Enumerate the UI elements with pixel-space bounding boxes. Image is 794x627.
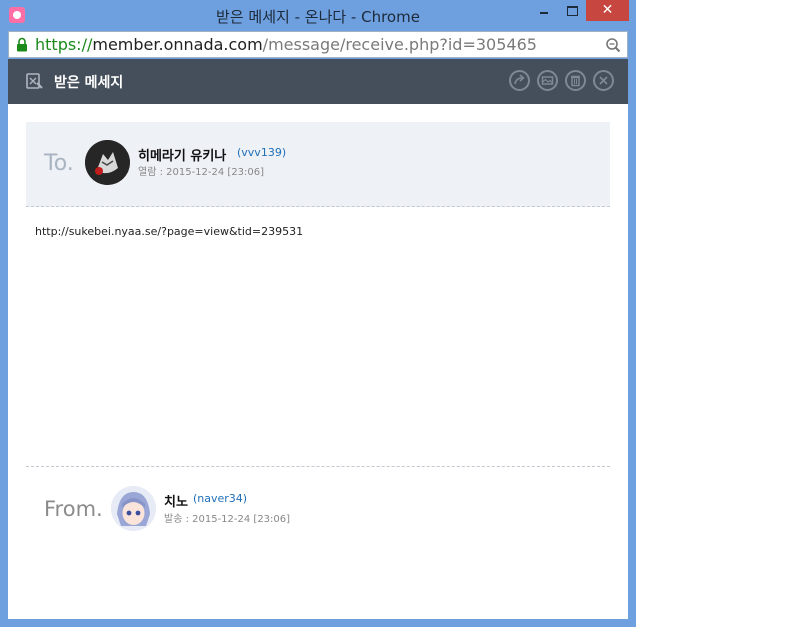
close-message-button[interactable] xyxy=(593,70,614,91)
recipient-name[interactable]: 히메라기 유키나 xyxy=(138,145,226,164)
url-host: member.onnada.com xyxy=(92,35,263,54)
sender-name[interactable]: 치노 xyxy=(164,491,188,510)
url-path: /message/receive.php?id=305465 xyxy=(262,35,537,54)
lock-icon xyxy=(17,37,27,52)
delete-button[interactable] xyxy=(565,70,586,91)
divider xyxy=(26,466,610,467)
close-window-button[interactable]: ✕ xyxy=(586,0,629,21)
sender-avatar[interactable] xyxy=(111,486,156,531)
sent-timestamp: 발송 : 2015-12-24 [23:06] xyxy=(164,514,291,525)
message-header: 받은 메세지 xyxy=(8,59,628,104)
header-title: 받은 메세지 xyxy=(54,75,124,91)
message-icon xyxy=(26,73,43,89)
recipient-user-id[interactable]: (vvv139) xyxy=(237,146,286,159)
close-icon xyxy=(599,76,608,85)
from-label: From. xyxy=(44,497,103,521)
minimize-button[interactable] xyxy=(530,0,557,22)
reply-icon xyxy=(514,74,525,85)
sender-user-id[interactable]: (naver34) xyxy=(193,492,247,505)
reply-button[interactable] xyxy=(509,70,530,91)
url-scheme: https:// xyxy=(35,35,93,54)
delete-icon xyxy=(571,75,580,87)
url-text[interactable]: https://member.onnada.com/message/receiv… xyxy=(35,35,537,55)
anime-girl-avatar-icon xyxy=(111,486,156,531)
save-icon xyxy=(541,76,554,85)
message-body[interactable]: http://sukebei.nyaa.se/?page=view&tid=23… xyxy=(35,225,303,238)
address-bar[interactable]: https://member.onnada.com/message/receiv… xyxy=(8,31,628,58)
maximize-button[interactable] xyxy=(558,0,585,22)
zoom-icon[interactable] xyxy=(605,37,621,53)
save-button[interactable] xyxy=(537,70,558,91)
title-bar[interactable]: 받은 메세지 - 온나다 - Chrome ✕ xyxy=(0,0,636,30)
browser-window: 받은 메세지 - 온나다 - Chrome ✕ https://member.o… xyxy=(0,0,636,627)
recipient-box: To. 히메라기 유키나 (vvv139) 열람 : 2015-12-24 [2… xyxy=(26,122,610,207)
to-label: To. xyxy=(44,151,74,176)
wolf-avatar-icon xyxy=(85,140,130,185)
recipient-avatar[interactable] xyxy=(85,140,130,185)
read-timestamp: 열람 : 2015-12-24 [23:06] xyxy=(138,167,265,178)
message-page: 받은 메세지 To. 히메라기 유키나 (vvv139) 열람: 2015-1… xyxy=(8,59,628,619)
